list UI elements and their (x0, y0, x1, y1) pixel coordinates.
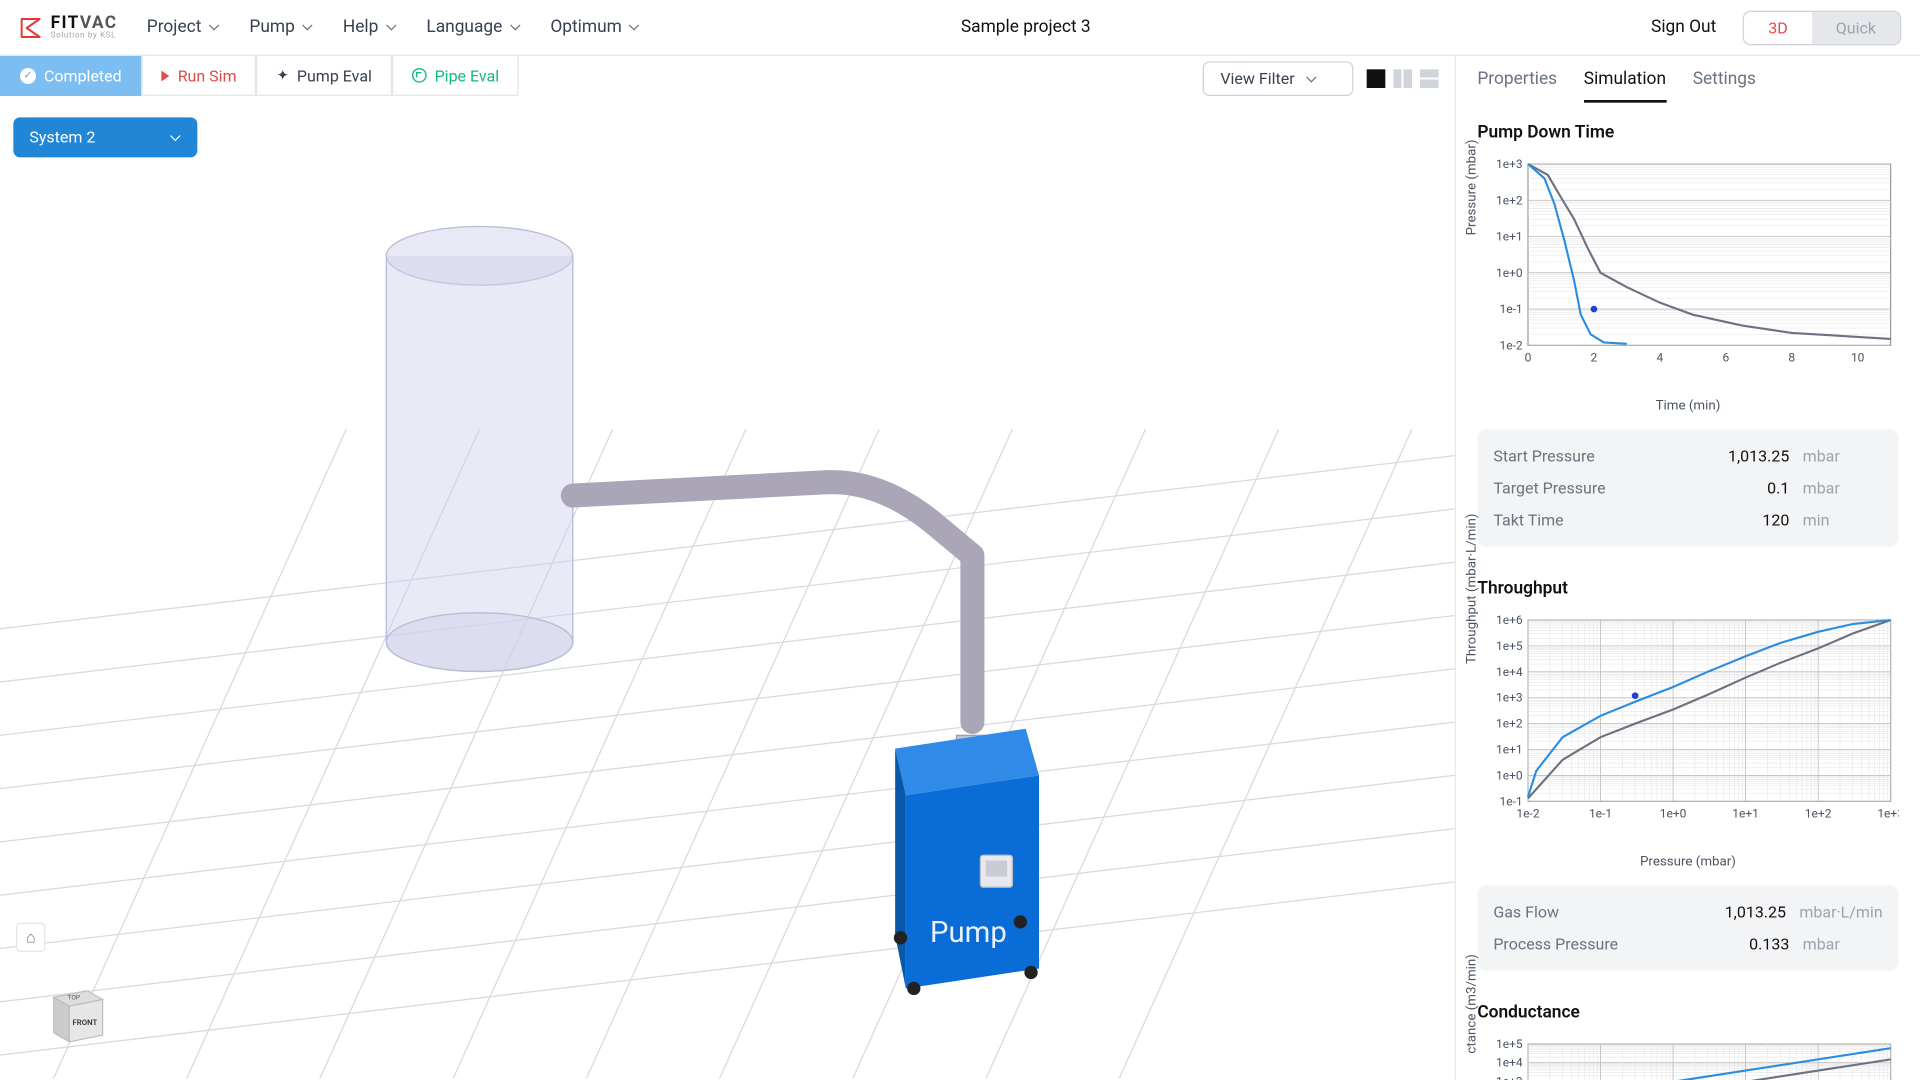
viewport-3d[interactable]: Pump (0, 56, 1455, 1079)
gauge-icon (412, 68, 427, 83)
data-row: Target Pressure0.1mbar (1493, 472, 1882, 504)
home-icon: ⌂ (26, 928, 36, 947)
completed-badge[interactable]: ✓Completed (0, 56, 142, 96)
svg-text:1e+3: 1e+3 (1496, 157, 1523, 171)
logo-icon (19, 15, 43, 39)
svg-text:1e-2: 1e-2 (1499, 338, 1522, 352)
pumpdown-data-card: Start Pressure1,013.25mbar Target Pressu… (1477, 429, 1898, 546)
svg-text:1e+5: 1e+5 (1496, 639, 1523, 653)
svg-text:1e+6: 1e+6 (1496, 613, 1523, 627)
svg-text:4: 4 (1657, 350, 1664, 364)
run-sim-button[interactable]: Run Sim (142, 56, 257, 96)
section-throughput: Throughput Throughput (mbar·L/min) 1e-11… (1456, 560, 1920, 984)
tab-simulation[interactable]: Simulation (1584, 69, 1666, 102)
svg-text:1e+2: 1e+2 (1496, 193, 1523, 207)
svg-text:1e-1: 1e-1 (1589, 806, 1612, 820)
layout-split-v-icon[interactable] (1420, 69, 1439, 88)
data-row: Takt Time120min (1493, 504, 1882, 536)
menu-pump[interactable]: Pump (249, 17, 313, 37)
data-row: Start Pressure1,013.25mbar (1493, 440, 1882, 472)
section-conductance: Conductance ctance (m3/min) 1e+21e+31e+4… (1456, 984, 1920, 1080)
mode-quick-button[interactable]: Quick (1812, 11, 1900, 43)
pipe-eval-button[interactable]: Pipe Eval (392, 56, 519, 96)
chevron-down-icon (509, 21, 521, 33)
svg-text:1e-1: 1e-1 (1499, 302, 1522, 316)
section-title: Throughput (1477, 579, 1898, 599)
svg-text:TOP: TOP (67, 994, 80, 1002)
svg-text:1e+5: 1e+5 (1496, 1037, 1523, 1051)
pump-eval-button[interactable]: ✦Pump Eval (257, 56, 392, 96)
svg-text:1e+1: 1e+1 (1496, 743, 1523, 757)
chart-throughput[interactable]: Throughput (mbar·L/min) 1e-11e+01e+11e+2… (1477, 612, 1898, 852)
menu-language[interactable]: Language (426, 17, 521, 37)
svg-text:1e+0: 1e+0 (1496, 266, 1523, 280)
home-button[interactable]: ⌂ (16, 923, 45, 952)
chevron-down-icon (169, 131, 181, 143)
layout-single-icon[interactable] (1367, 69, 1386, 88)
mode-toggle: 3D Quick (1743, 10, 1901, 45)
project-title: Sample project 3 (961, 17, 1091, 37)
tab-properties[interactable]: Properties (1477, 69, 1557, 102)
sign-out-button[interactable]: Sign Out (1651, 17, 1716, 37)
svg-text:2: 2 (1591, 350, 1598, 364)
svg-text:1e+3: 1e+3 (1496, 691, 1523, 705)
pump-object[interactable]: Pump (894, 729, 1039, 995)
panel-tabs: Properties Simulation Settings (1456, 56, 1920, 104)
chart-conductance[interactable]: ctance (m3/min) 1e+21e+31e+41e+5 (1477, 1036, 1898, 1080)
svg-text:6: 6 (1722, 350, 1729, 364)
mode-3d-button[interactable]: 3D (1744, 11, 1812, 43)
svg-text:1e+0: 1e+0 (1660, 806, 1687, 820)
section-title: Pump Down Time (1477, 123, 1898, 143)
svg-text:Pump: Pump (930, 916, 1007, 950)
data-row: Gas Flow1,013.25mbar·L/min (1493, 896, 1882, 928)
orientation-cube[interactable]: TOP FRONT (43, 977, 110, 1050)
svg-text:FRONT: FRONT (73, 1018, 98, 1027)
side-panel: Properties Simulation Settings Pump Down… (1456, 56, 1920, 1080)
menu-optimum[interactable]: Optimum (550, 17, 640, 37)
menu-help[interactable]: Help (343, 17, 397, 37)
svg-text:1e+2: 1e+2 (1805, 806, 1832, 820)
svg-text:0: 0 (1525, 350, 1532, 364)
rocket-icon: ✦ (277, 67, 289, 84)
play-icon (162, 70, 170, 81)
tab-settings[interactable]: Settings (1693, 69, 1756, 102)
topbar: FITVAC Solution by KSL Project Pump Help… (0, 0, 1920, 56)
data-row: Process Pressure0.133mbar (1493, 928, 1882, 960)
svg-text:1e+4: 1e+4 (1496, 1056, 1523, 1070)
logo: FITVAC Solution by KSL (19, 15, 118, 40)
check-icon: ✓ (20, 67, 36, 83)
section-title: Conductance (1477, 1003, 1898, 1023)
section-pumpdown: Pump Down Time Pressure (mbar) 1e-21e-11… (1456, 104, 1920, 560)
layout-split-h-icon[interactable] (1393, 69, 1412, 88)
view-filter-select[interactable]: View Filter (1203, 61, 1353, 96)
svg-text:1e+2: 1e+2 (1496, 717, 1523, 731)
chart-pumpdown[interactable]: Pressure (mbar) 1e-21e-11e+01e+11e+21e+3… (1477, 156, 1898, 396)
system-dropdown[interactable]: System 2 (13, 117, 197, 157)
svg-text:1e-2: 1e-2 (1516, 806, 1539, 820)
svg-text:1e+1: 1e+1 (1732, 806, 1759, 820)
chevron-down-icon (208, 21, 220, 33)
throughput-data-card: Gas Flow1,013.25mbar·L/min Process Press… (1477, 885, 1898, 970)
view-filter-group: View Filter (1203, 61, 1439, 96)
chevron-down-icon (302, 21, 314, 33)
canvas-area: ✓Completed Run Sim ✦Pump Eval Pipe Eval … (0, 56, 1456, 1080)
chevron-down-icon (629, 21, 641, 33)
svg-text:1e+3: 1e+3 (1496, 1074, 1523, 1080)
chevron-down-icon (385, 21, 397, 33)
svg-text:1e+4: 1e+4 (1496, 665, 1523, 679)
svg-text:8: 8 (1788, 350, 1795, 364)
menu-project[interactable]: Project (147, 17, 220, 37)
svg-text:1e+1: 1e+1 (1496, 230, 1523, 244)
main-menu: Project Pump Help Language Optimum (147, 17, 641, 37)
svg-text:1e+0: 1e+0 (1496, 768, 1523, 782)
svg-text:10: 10 (1851, 350, 1865, 364)
svg-text:1e+3: 1e+3 (1877, 806, 1898, 820)
chevron-down-icon (1305, 73, 1317, 85)
